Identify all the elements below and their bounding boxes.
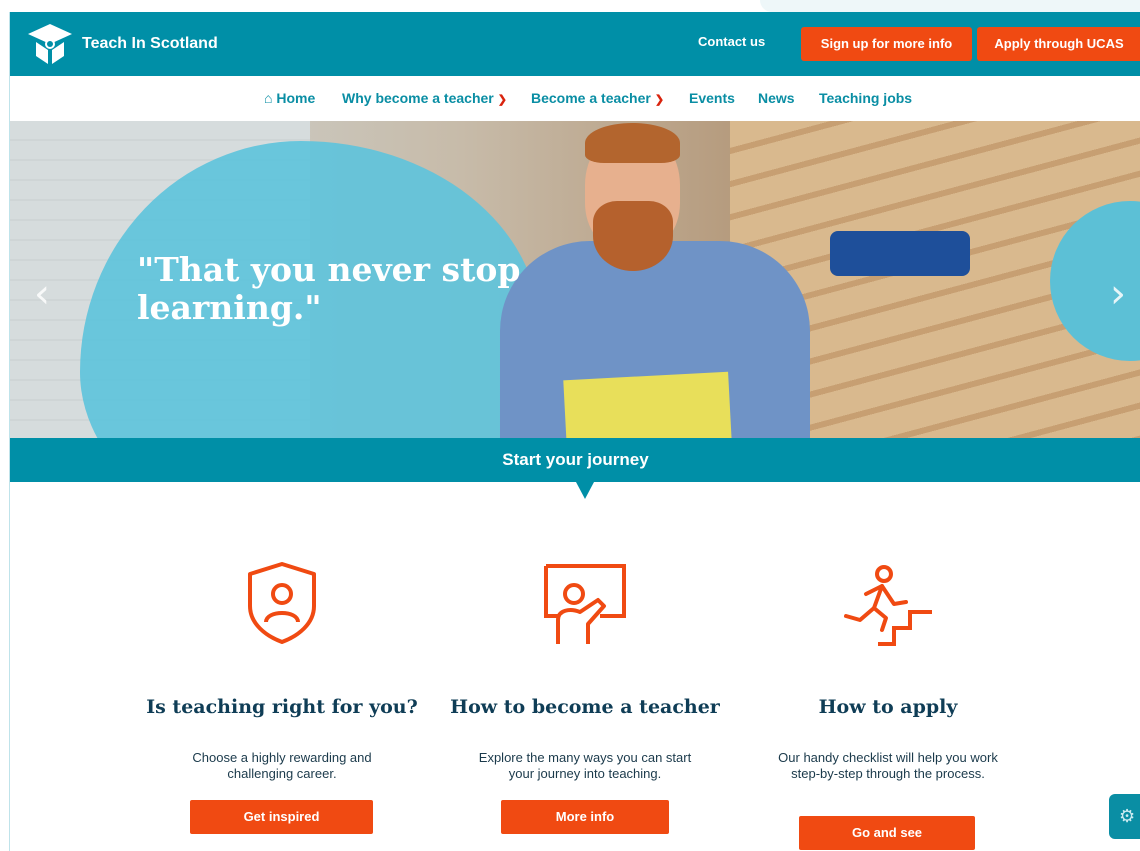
card-description: Explore the many ways you can start your… [478, 750, 692, 781]
nav-item-label: Events [689, 90, 735, 106]
nav-item-label: News [758, 90, 795, 106]
card-how-to-apply: How to apply Our handy checklist will he… [738, 552, 1038, 851]
carousel-prev-icon[interactable]: ‹ [34, 271, 50, 317]
top-corner-decoration [760, 0, 1140, 12]
card-is-teaching-right: Is teaching right for you? Choose a high… [132, 552, 432, 851]
hero-person-hair [585, 123, 680, 163]
nav-item-label: Teaching jobs [819, 90, 913, 106]
apply-ucas-button[interactable]: Apply through UCAS [977, 27, 1140, 61]
nav-item-label: Why become a teacher [342, 90, 494, 106]
card-title: Is teaching right for you? [146, 696, 418, 718]
go-and-see-button[interactable]: Go and see [799, 816, 975, 850]
logo-text: Teach In Scotland [82, 35, 218, 52]
hero-bag [830, 231, 970, 276]
person-climbing-stairs-icon [844, 565, 932, 646]
gear-icon: ⚙ [1119, 806, 1136, 826]
get-inspired-button[interactable]: Get inspired [190, 800, 373, 834]
nav-item-become-a-teacher[interactable]: Become a teacher ❯ [531, 90, 664, 106]
nav-item-label: Home [276, 90, 316, 106]
nav-item-home[interactable]: ⌂ Home [264, 90, 315, 106]
chevron-down-icon: ❯ [497, 94, 507, 106]
hero-carousel: "That you never stop learning." ‹ › [10, 121, 1140, 438]
carousel-next-icon[interactable]: › [1110, 271, 1126, 317]
hero-quote: "That you never stop learning." [137, 250, 521, 327]
nav-item-events[interactable]: Events [689, 90, 735, 106]
contact-link[interactable]: Contact us [698, 34, 765, 49]
hero-folder [563, 371, 732, 438]
graduation-cap-icon [28, 24, 72, 64]
site-header: Teach In Scotland Contact us Sign up for… [10, 12, 1140, 76]
card-description: Choose a highly rewarding and challengin… [192, 750, 372, 781]
journey-banner-pointer [576, 482, 594, 499]
nav-item-news[interactable]: News [758, 90, 795, 106]
accessibility-widget[interactable]: ⚙ [1109, 794, 1140, 839]
site-logo[interactable]: Teach In Scotland [26, 22, 218, 66]
nav-item-label: Become a teacher [531, 90, 651, 106]
more-info-button[interactable]: More info [501, 800, 669, 834]
hero-person-beard [593, 201, 673, 271]
page-frame: Teach In Scotland Contact us Sign up for… [9, 12, 1140, 851]
card-title: How to become a teacher [450, 696, 720, 718]
shield-person-icon [248, 562, 316, 644]
teacher-board-icon [544, 564, 626, 644]
home-icon: ⌂ [264, 90, 273, 106]
card-description: Our handy checklist will help you work s… [778, 750, 998, 781]
journey-banner: Start your journey [10, 438, 1140, 482]
chevron-down-icon: ❯ [654, 94, 665, 106]
card-title: How to apply [818, 696, 958, 718]
card-how-to-become: How to become a teacher Explore the many… [435, 552, 735, 851]
signup-button[interactable]: Sign up for more info [801, 27, 972, 61]
nav-item-teaching-jobs[interactable]: Teaching jobs [819, 90, 912, 106]
journey-title: Start your journey [502, 450, 649, 469]
main-nav: ⌂ Home Why become a teacher ❯ Become a te… [10, 76, 1140, 121]
nav-item-why-become-a-teacher[interactable]: Why become a teacher ❯ [342, 90, 507, 106]
